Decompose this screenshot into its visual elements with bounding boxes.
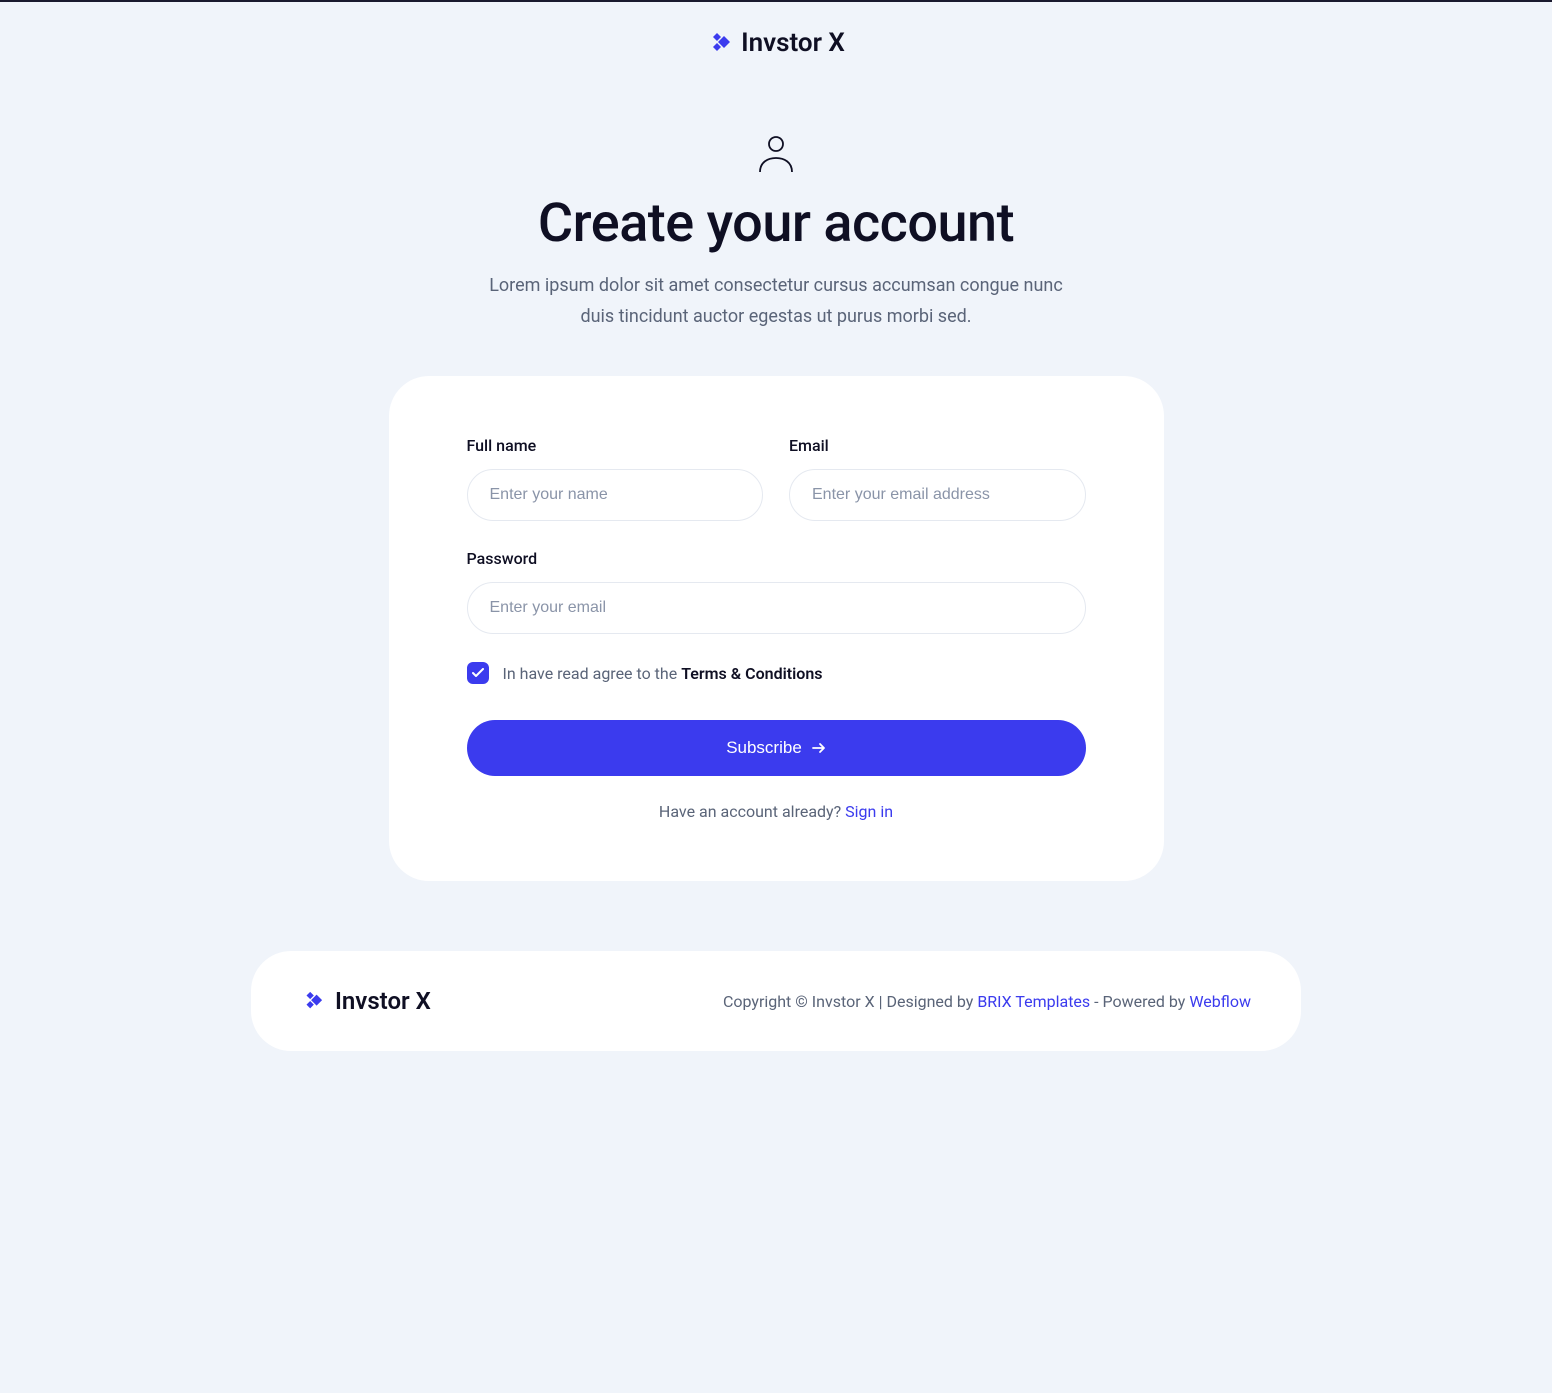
header: Invstor X <box>219 2 1333 84</box>
designer-link[interactable]: BRIX Templates <box>977 992 1090 1011</box>
terms-label: In have read agree to the Terms & Condit… <box>503 664 823 683</box>
footer-logo[interactable]: Invstor X <box>301 987 431 1015</box>
footer-logo-text: Invstor X <box>335 987 431 1015</box>
email-label: Email <box>789 436 1086 455</box>
terms-checkbox[interactable] <box>467 662 489 684</box>
signin-link[interactable]: Sign in <box>845 802 893 821</box>
page-subtitle: Lorem ipsum dolor sit amet consectetur c… <box>486 271 1066 332</box>
arrow-right-icon <box>812 742 826 754</box>
platform-link[interactable]: Webflow <box>1189 992 1251 1011</box>
subscribe-button[interactable]: Subscribe <box>467 720 1086 776</box>
password-label: Password <box>467 549 1086 568</box>
hero-section: Create your account Lorem ipsum dolor si… <box>219 134 1333 332</box>
page-title: Create your account <box>219 192 1333 255</box>
logo-icon <box>707 31 731 55</box>
logo-icon <box>301 989 325 1013</box>
terms-link[interactable]: Terms & Conditions <box>681 664 822 683</box>
user-icon <box>219 134 1333 174</box>
signin-row: Have an account already? Sign in <box>467 802 1086 821</box>
signup-form-card: Full name Email Password In have r <box>389 376 1164 881</box>
fullname-label: Full name <box>467 436 764 455</box>
password-input[interactable] <box>467 582 1086 634</box>
logo[interactable]: Invstor X <box>707 28 845 58</box>
logo-text: Invstor X <box>741 28 845 58</box>
footer-copyright: Copyright © Invstor X | Designed by BRIX… <box>723 992 1251 1011</box>
fullname-input[interactable] <box>467 469 764 521</box>
email-input[interactable] <box>789 469 1086 521</box>
footer: Invstor X Copyright © Invstor X | Design… <box>251 951 1301 1051</box>
check-icon <box>472 668 484 678</box>
